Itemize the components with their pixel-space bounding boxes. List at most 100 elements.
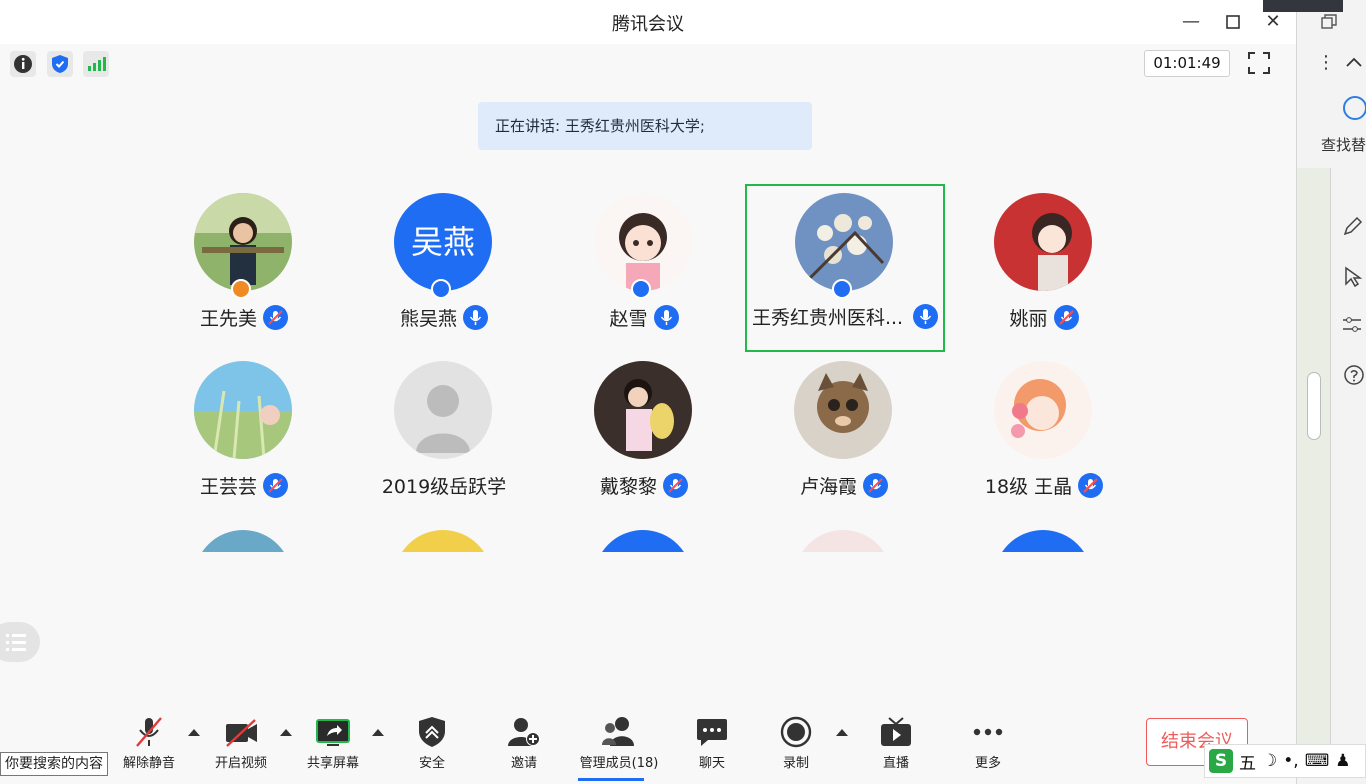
help-icon[interactable] bbox=[1343, 364, 1365, 386]
caret-up-icon[interactable] bbox=[372, 728, 384, 736]
avatar bbox=[794, 530, 892, 552]
security-button[interactable]: 安全 bbox=[387, 716, 477, 776]
avatar bbox=[194, 193, 292, 291]
restore-icon[interactable] bbox=[1319, 12, 1339, 32]
invite-label: 邀请 bbox=[510, 756, 537, 771]
minimize-icon[interactable]: — bbox=[1178, 10, 1204, 34]
info-icon[interactable] bbox=[10, 51, 36, 77]
side-panel: ⋮ 查找替 bbox=[1263, 0, 1366, 784]
participant-tile[interactable]: 赵雪 bbox=[544, 186, 744, 354]
maximize-icon[interactable] bbox=[1220, 10, 1246, 34]
shield-icon[interactable] bbox=[47, 51, 73, 77]
ime-toolbar[interactable]: S 五 ☽ •, ⌨ ♟ bbox=[1204, 744, 1366, 778]
record-icon bbox=[780, 716, 812, 748]
mic-muted-icon[interactable] bbox=[1078, 472, 1104, 498]
chevron-up-icon[interactable] bbox=[1345, 56, 1363, 68]
live-label: 直播 bbox=[882, 756, 909, 771]
video-off-icon bbox=[226, 719, 257, 747]
participant-name: 卢海霞 bbox=[799, 475, 857, 498]
meeting-window: 腾讯会议 — ✕ 01:01:49 正在讲话: 王秀红贵州医科大学; 王先美 吴… bbox=[0, 0, 1296, 784]
sliders-icon[interactable] bbox=[1341, 314, 1363, 336]
avatar bbox=[394, 361, 492, 459]
avatar bbox=[594, 530, 692, 552]
mic-muted-icon[interactable] bbox=[663, 472, 688, 498]
chat-icon bbox=[697, 719, 727, 746]
more-icon bbox=[973, 728, 1003, 736]
avatar-initials: 吴燕 bbox=[410, 223, 475, 261]
shield-icon bbox=[419, 717, 445, 747]
participant-tile[interactable]: 吴燕 熊吴燕 bbox=[344, 186, 544, 354]
share-screen-button[interactable]: 共享屏幕 bbox=[288, 716, 378, 776]
record-button[interactable]: 录制 bbox=[751, 716, 841, 776]
caret-up-icon[interactable] bbox=[836, 728, 848, 736]
participant-name: 赵雪 bbox=[609, 307, 648, 330]
live-tv-icon bbox=[881, 717, 911, 746]
more-label: 更多 bbox=[974, 756, 1001, 771]
mic-muted-icon[interactable] bbox=[263, 304, 288, 330]
cursor-icon[interactable] bbox=[1343, 266, 1363, 288]
meeting-toolbar: 解除静音 开启视频 共享屏幕 安全 邀请 管理成员(18) 聊天 录制 直播 更… bbox=[0, 700, 1296, 784]
mic-icon[interactable] bbox=[463, 304, 488, 330]
search-ring-icon[interactable] bbox=[1343, 96, 1366, 120]
list-toggle-button[interactable] bbox=[0, 622, 40, 662]
security-label: 安全 bbox=[418, 756, 445, 771]
participant-name: 王秀红贵州医科... bbox=[751, 306, 904, 329]
share-screen-icon bbox=[316, 719, 350, 746]
punctuation-icon[interactable]: •, bbox=[1283, 751, 1298, 771]
mic-muted-icon[interactable] bbox=[1053, 304, 1079, 330]
manage-members-label: 管理成员(18) bbox=[579, 756, 659, 771]
keyboard-icon[interactable]: ⌨ bbox=[1305, 751, 1330, 771]
mic-icon[interactable] bbox=[653, 304, 679, 330]
moon-icon[interactable]: ☽ bbox=[1262, 751, 1277, 771]
participant-tile[interactable]: 18级 王晶 bbox=[944, 354, 1144, 522]
live-button[interactable]: 直播 bbox=[851, 716, 941, 776]
speaking-banner: 正在讲话: 王秀红贵州医科大学; bbox=[478, 102, 812, 150]
participant-tile[interactable]: 王先美 bbox=[144, 186, 344, 354]
kebab-icon[interactable]: ⋮ bbox=[1317, 52, 1335, 73]
avatar bbox=[795, 193, 893, 291]
participant-tile[interactable]: 王芸芸 bbox=[144, 354, 344, 522]
avatar bbox=[194, 361, 292, 459]
signal-icon[interactable] bbox=[83, 51, 109, 77]
avatar bbox=[794, 361, 892, 459]
ime-mode[interactable]: 五 bbox=[1239, 749, 1256, 774]
window-title: 腾讯会议 bbox=[612, 14, 684, 35]
add-user-icon bbox=[508, 718, 540, 746]
mic-muted-icon[interactable] bbox=[263, 472, 288, 498]
host-badge bbox=[231, 279, 251, 299]
avatar bbox=[394, 530, 492, 552]
participant-tile[interactable]: 2019级岳跃学 bbox=[344, 354, 544, 522]
active-tab-indicator bbox=[578, 778, 644, 781]
participant-tile[interactable]: 姚丽 bbox=[944, 186, 1144, 354]
record-label: 录制 bbox=[782, 756, 809, 771]
video-button[interactable]: 开启视频 bbox=[196, 716, 286, 776]
scrollbar-thumb[interactable] bbox=[1307, 372, 1321, 440]
mic-muted-icon[interactable] bbox=[863, 472, 888, 498]
participant-tile-active[interactable]: 王秀红贵州医科... bbox=[745, 184, 945, 352]
avatar: 吴燕 bbox=[394, 193, 492, 291]
unmute-button[interactable]: 解除静音 bbox=[104, 716, 194, 776]
manage-members-button[interactable]: 管理成员(18) bbox=[566, 716, 672, 776]
participant-name: 王芸芸 bbox=[199, 475, 257, 498]
avatar bbox=[194, 530, 292, 552]
avatar bbox=[594, 193, 692, 291]
user-badge bbox=[631, 279, 651, 299]
pen-icon[interactable] bbox=[1341, 216, 1363, 238]
avatar bbox=[994, 193, 1092, 291]
user-badge bbox=[431, 279, 451, 299]
more-button[interactable]: 更多 bbox=[943, 716, 1033, 776]
find-replace-label[interactable]: 查找替 bbox=[1321, 134, 1366, 155]
participant-name: 2019级岳跃学 bbox=[381, 475, 507, 498]
chat-label: 聊天 bbox=[698, 756, 725, 771]
user-icon[interactable]: ♟ bbox=[1335, 751, 1350, 771]
unmute-label: 解除静音 bbox=[122, 756, 175, 771]
mic-icon[interactable] bbox=[913, 303, 939, 329]
participant-name: 戴黎黎 bbox=[599, 475, 657, 498]
chat-button[interactable]: 聊天 bbox=[667, 716, 757, 776]
participant-tile[interactable]: 戴黎黎 bbox=[544, 354, 744, 522]
title-bar: 腾讯会议 — ✕ bbox=[0, 0, 1296, 44]
participant-tile[interactable]: 卢海霞 bbox=[744, 354, 944, 522]
invite-button[interactable]: 邀请 bbox=[479, 716, 569, 776]
close-icon[interactable]: ✕ bbox=[1260, 10, 1286, 34]
fullscreen-icon[interactable] bbox=[1246, 50, 1272, 76]
